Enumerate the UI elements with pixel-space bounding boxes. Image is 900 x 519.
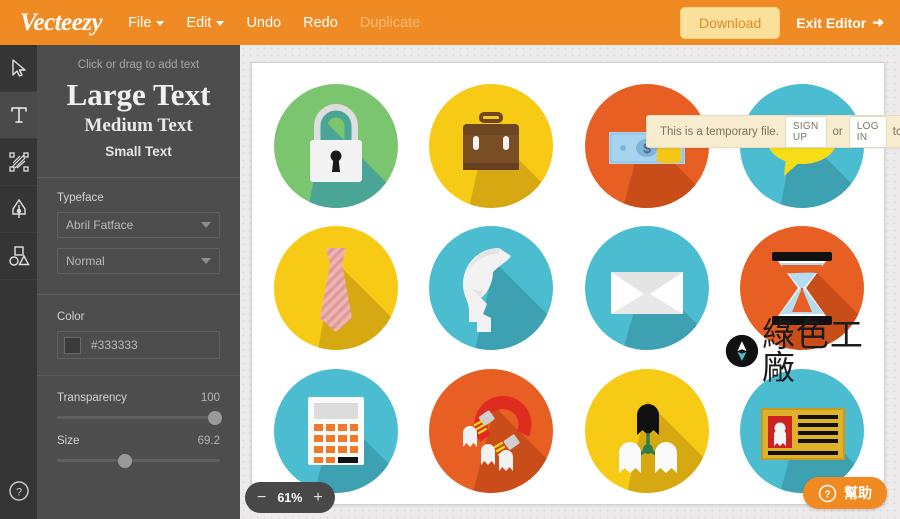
zoom-out-button[interactable]: − [257,489,266,506]
add-text-hint: Click or drag to add text [77,59,200,71]
menu-edit-label: Edit [186,14,212,31]
temporary-file-banner: This is a temporary file. SIGN UP or LOG… [646,115,900,148]
chevron-down-icon [201,222,211,229]
color-label: Color [57,311,85,324]
transform-tool[interactable] [0,139,37,186]
typeface-label: Typeface [57,192,104,205]
typeface-select[interactable]: Abril Fatface [57,212,220,239]
shapes-icon [8,246,30,266]
exit-editor-label: Exit Editor [796,14,867,31]
menu-file[interactable]: File [128,14,165,31]
chevron-down-icon [201,258,211,265]
banner-text-after: to save your work. [892,125,900,138]
pen-nib-icon [11,198,26,218]
magnet-icon[interactable] [429,368,554,493]
svg-text:?: ? [15,487,21,499]
size-label: Size [57,435,80,448]
icon-cell-calculator[interactable] [258,360,414,502]
question-circle-icon: ? [818,484,837,502]
large-text-preset[interactable]: Large Text [37,77,240,113]
icon-cell-necktie[interactable] [258,217,414,359]
size-slider-handle[interactable] [118,453,133,468]
envelope-icon[interactable] [584,226,709,351]
head-profile-icon[interactable] [429,226,554,351]
icon-cell-briefcase[interactable] [414,75,570,217]
help-button[interactable]: ? 幫助 [803,477,887,509]
typeface-value: Abril Fatface [66,218,134,233]
menu-edit[interactable]: Edit [186,14,225,31]
padlock-icon[interactable] [273,84,398,209]
menu-duplicate[interactable]: Duplicate [360,15,420,31]
vecteezy-editor: Vecteezy File Edit Undo Redo Duplicate D… [0,0,900,519]
sign-up-button[interactable]: SIGN UP [784,115,827,148]
size-section: Size 69.2 [37,419,240,468]
menu-file-label: File [128,14,152,31]
color-section: Color #333333 [37,295,240,375]
select-tool[interactable] [0,45,37,92]
color-hex-value: #333333 [91,338,138,353]
help-button-label: 幫助 [844,485,872,501]
log-in-button[interactable]: LOG IN [848,115,887,148]
banner-or-label: or [832,125,843,138]
download-button[interactable]: Download [679,6,781,39]
necktie-icon[interactable] [273,226,398,351]
icon-cell-hourglass[interactable] [725,217,881,359]
hourglass-icon[interactable] [740,226,865,351]
exit-editor-button[interactable]: Exit Editor ➜ [796,14,884,31]
briefcase-icon[interactable] [429,84,554,209]
question-circle-icon: ? [8,481,29,501]
text-properties-panel: Click or drag to add text Large Text Med… [37,45,240,519]
chevron-down-icon [216,21,225,26]
size-slider[interactable] [57,453,220,468]
menu-undo[interactable]: Undo [246,15,281,31]
transparency-header: Transparency 100 [57,392,220,404]
transparency-slider[interactable] [57,410,222,425]
cursor-icon [11,59,26,77]
transparency-value: 100 [200,392,220,405]
top-bar-actions: Download Exit Editor ➜ [679,6,884,39]
svg-text:?: ? [824,489,830,500]
size-header: Size 69.2 [57,435,220,447]
transparency-label: Transparency [57,392,127,405]
text-tool[interactable] [0,92,37,139]
tool-rail: ? [0,45,37,519]
pen-tool[interactable] [0,186,37,233]
size-value: 69.2 [197,435,220,448]
text-t-icon [10,107,27,123]
calculator-icon[interactable] [273,368,398,493]
icon-cell-padlock[interactable] [258,75,414,217]
color-swatch[interactable] [64,336,81,354]
color-picker[interactable]: #333333 [57,331,220,360]
transparency-slider-handle[interactable] [208,410,222,425]
icon-cell-head-profile[interactable] [414,217,570,359]
banner-text-before: This is a temporary file. [660,125,779,138]
chevron-down-icon [156,21,165,26]
text-preset-preview: Click or drag to add text Large Text Med… [37,45,240,179]
arrow-right-icon: ➜ [872,14,884,30]
typeface-section: Typeface Abril Fatface Normal [37,178,240,294]
menu-redo[interactable]: Redo [303,15,338,31]
canvas-area[interactable]: $ 綠色工廠 This is a temporary file. SIGN UP… [240,45,900,519]
zoom-in-button[interactable]: + [313,489,322,506]
team-hierarchy-icon[interactable] [584,368,709,493]
vecteezy-logo[interactable]: Vecteezy [20,9,103,37]
tool-help-button[interactable]: ? [0,471,37,511]
zoom-control: − 61% + [245,482,335,513]
icon-cell-team-hierarchy[interactable] [569,360,725,502]
transform-icon [8,152,29,172]
icon-cell-magnet[interactable] [414,360,570,502]
top-menu-bar: Vecteezy File Edit Undo Redo Duplicate D… [0,0,900,45]
medium-text-preset[interactable]: Medium Text [37,113,240,140]
font-weight-value: Normal [66,254,105,269]
transparency-section: Transparency 100 [37,376,240,425]
small-text-preset[interactable]: Small Text [37,144,240,159]
icon-cell-envelope[interactable] [569,217,725,359]
zoom-level-label: 61% [277,490,303,505]
shapes-tool[interactable] [0,233,37,280]
id-card-icon[interactable] [740,368,865,493]
font-weight-select[interactable]: Normal [57,248,220,275]
